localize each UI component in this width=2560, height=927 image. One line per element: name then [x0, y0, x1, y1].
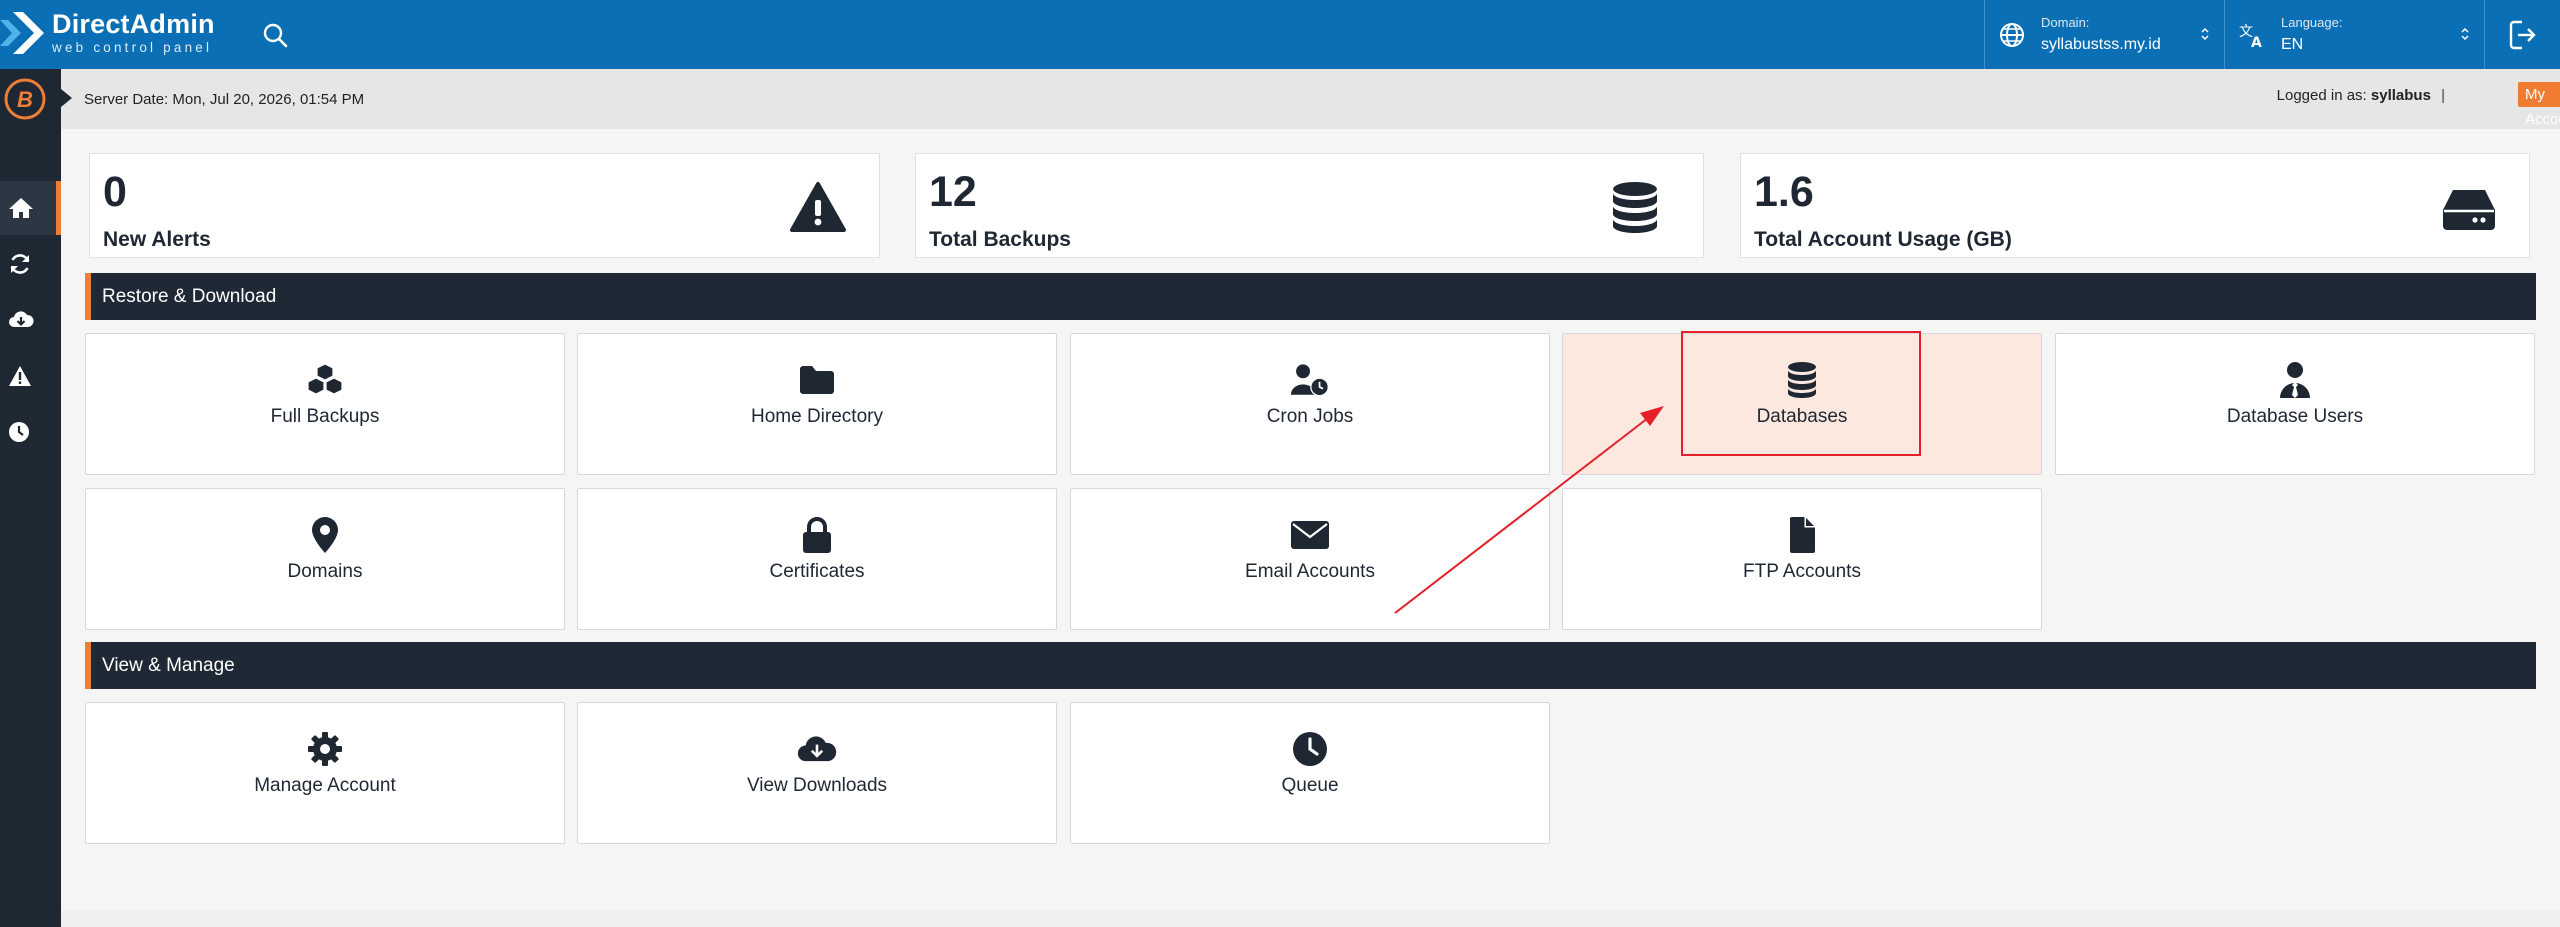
separator: | — [2441, 87, 2445, 104]
tile-email-accounts[interactable]: Email Accounts — [1070, 488, 1550, 630]
stat-value: 1.6 — [1754, 168, 1814, 216]
sidebar-item-sync[interactable] — [0, 237, 61, 291]
warning-icon — [790, 182, 846, 232]
language-selector[interactable]: 文 A Language: EN — [2224, 0, 2484, 69]
tile-label: Domains — [287, 561, 363, 582]
directadmin-logo-icon — [0, 12, 44, 54]
sync-icon — [10, 254, 30, 274]
stat-value: 12 — [929, 168, 977, 216]
svg-text:B: B — [17, 87, 33, 112]
clock-icon — [9, 422, 29, 442]
directadmin-logo[interactable]: DirectAdmin web control panel — [0, 8, 215, 58]
file-icon — [1782, 515, 1822, 555]
stat-card-total-backups[interactable]: 12 Total Backups — [915, 153, 1704, 258]
annotation-highlight-box — [1681, 331, 1921, 456]
tile-ftp-accounts[interactable]: FTP Accounts — [1562, 488, 2042, 630]
logout-button[interactable] — [2484, 0, 2560, 69]
stat-label: New Alerts — [103, 228, 211, 251]
sidebar: B — [0, 69, 61, 927]
tile-label: Email Accounts — [1245, 561, 1375, 582]
domain-selector[interactable]: Domain: syllabustss.my.id — [1984, 0, 2224, 69]
sidebar-item-history[interactable] — [0, 405, 61, 459]
cloud-download-icon — [797, 729, 837, 769]
tile-label: Certificates — [769, 561, 865, 582]
tile-queue[interactable]: Queue — [1070, 702, 1550, 844]
database-icon — [1613, 182, 1657, 233]
language-label: Language: — [2281, 14, 2343, 30]
sort-caret-icon — [2201, 27, 2209, 41]
sidebar-item-home[interactable] — [0, 181, 61, 235]
translate-icon: 文 A — [2239, 24, 2262, 50]
stat-label: Total Backups — [929, 228, 1071, 251]
home-icon — [9, 198, 33, 218]
server-info-bar: Server Date: Mon, Jul 20, 2026, 01:54 PM… — [61, 69, 2560, 129]
my-account-button[interactable]: My Account — [2518, 82, 2560, 128]
section-restore-download: Restore & Download — [85, 273, 2536, 320]
envelope-icon — [1290, 515, 1330, 555]
tile-manage-account[interactable]: Manage Account — [85, 702, 565, 844]
tile-label: Queue — [1281, 775, 1339, 796]
lock-icon — [797, 515, 837, 555]
svg-text:A: A — [2251, 35, 2262, 50]
brand-title: DirectAdmin — [52, 9, 215, 40]
stat-card-total-usage[interactable]: 1.6 Total Account Usage (GB) — [1740, 153, 2530, 258]
sidebar-item-cloud-download[interactable] — [0, 293, 61, 347]
cubes-icon — [305, 360, 345, 400]
sort-caret-icon — [2461, 27, 2469, 41]
language-value: EN — [2281, 36, 2304, 54]
tile-label: Cron Jobs — [1266, 406, 1354, 427]
top-bar: DirectAdmin web control panel Domain: sy… — [0, 0, 2560, 69]
stat-label: Total Account Usage (GB) — [1754, 228, 2012, 251]
clock-icon — [1290, 729, 1330, 769]
tile-label: View Downloads — [746, 775, 888, 796]
tile-label: Home Directory — [751, 406, 883, 427]
tile-label: Database Users — [2226, 406, 2364, 427]
sidebar-pointer — [61, 89, 72, 107]
tile-full-backups[interactable]: Full Backups — [85, 333, 565, 475]
gear-icon — [305, 729, 345, 769]
tile-label: Full Backups — [270, 406, 380, 427]
tile-label: FTP Accounts — [1743, 561, 1861, 582]
search-button[interactable] — [258, 18, 292, 52]
tile-home-directory[interactable]: Home Directory — [577, 333, 1057, 475]
tile-certificates[interactable]: Certificates — [577, 488, 1057, 630]
brand-subtitle: web control panel — [52, 40, 213, 56]
section-view-manage: View & Manage — [85, 642, 2536, 689]
tile-view-downloads[interactable]: View Downloads — [577, 702, 1057, 844]
server-date: Server Date: Mon, Jul 20, 2026, 01:54 PM — [84, 91, 365, 108]
username: syllabus — [2370, 87, 2431, 104]
tile-label: Manage Account — [254, 775, 396, 796]
domain-value: syllabustss.my.id — [2041, 36, 2161, 54]
tile-cron-jobs[interactable]: Cron Jobs — [1070, 333, 1550, 475]
hard-drive-icon — [2443, 190, 2495, 230]
sidebar-item-alerts[interactable] — [0, 349, 61, 403]
logout-icon — [2509, 20, 2536, 49]
domain-label: Domain: — [2041, 14, 2090, 30]
logged-in-info: Logged in as: syllabus | — [2277, 87, 2445, 104]
stat-card-new-alerts[interactable]: 0 New Alerts — [89, 153, 880, 258]
stat-value: 0 — [103, 168, 127, 216]
cloud-download-icon — [9, 311, 34, 327]
globe-icon — [2000, 22, 2024, 47]
tile-database-users[interactable]: Database Users — [2055, 333, 2535, 475]
plugin-logo-icon[interactable]: B — [3, 77, 47, 121]
user-tie-icon — [2275, 360, 2315, 400]
map-marker-icon — [305, 515, 345, 555]
warning-icon — [9, 366, 31, 386]
folder-icon — [797, 360, 837, 400]
tile-domains[interactable]: Domains — [85, 488, 565, 630]
user-clock-icon — [1290, 360, 1330, 400]
logged-in-label: Logged in as: — [2276, 87, 2367, 104]
search-icon — [263, 23, 288, 48]
